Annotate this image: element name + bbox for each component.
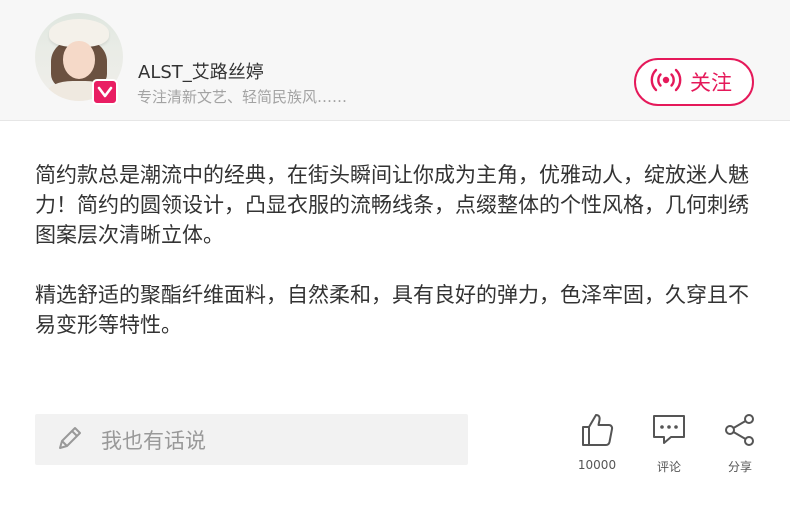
avatar[interactable]	[35, 13, 123, 105]
share-button[interactable]: 分享	[710, 412, 770, 475]
post-paragraph: 精选舒适的聚酯纤维面料，自然柔和，具有良好的弹力，色泽牢固，久穿且不易变形等特性…	[35, 283, 749, 337]
broadcast-icon	[650, 66, 682, 98]
like-button[interactable]: 10000	[567, 412, 627, 472]
thumbs-up-icon	[567, 412, 627, 452]
follow-label: 关注	[690, 71, 732, 95]
comment-label: 评论	[656, 460, 681, 474]
comment-input[interactable]: 我也有话说	[35, 414, 468, 465]
post-body: 简约款总是潮流中的经典，在街头瞬间让你成为主角，优雅动人，绽放迷人魅力！简约的圆…	[35, 160, 765, 370]
author-bio: 专注清新文艺、轻简民族风……	[137, 88, 348, 106]
post-paragraph: 简约款总是潮流中的经典，在街头瞬间让你成为主角，优雅动人，绽放迷人魅力！简约的圆…	[35, 163, 749, 247]
comment-bubble-icon	[639, 412, 699, 452]
comment-placeholder: 我也有话说	[101, 428, 206, 453]
v-badge-icon	[92, 79, 118, 105]
share-icon	[710, 412, 770, 452]
pencil-icon	[55, 423, 85, 457]
author-header: ALST_艾路丝婷 专注清新文艺、轻简民族风…… 关注	[0, 0, 790, 121]
share-label: 分享	[727, 460, 752, 474]
like-count: 10000	[577, 458, 617, 472]
comment-button[interactable]: 评论	[639, 412, 699, 475]
follow-button[interactable]: 关注	[634, 58, 754, 106]
author-name[interactable]: ALST_艾路丝婷	[138, 58, 264, 84]
